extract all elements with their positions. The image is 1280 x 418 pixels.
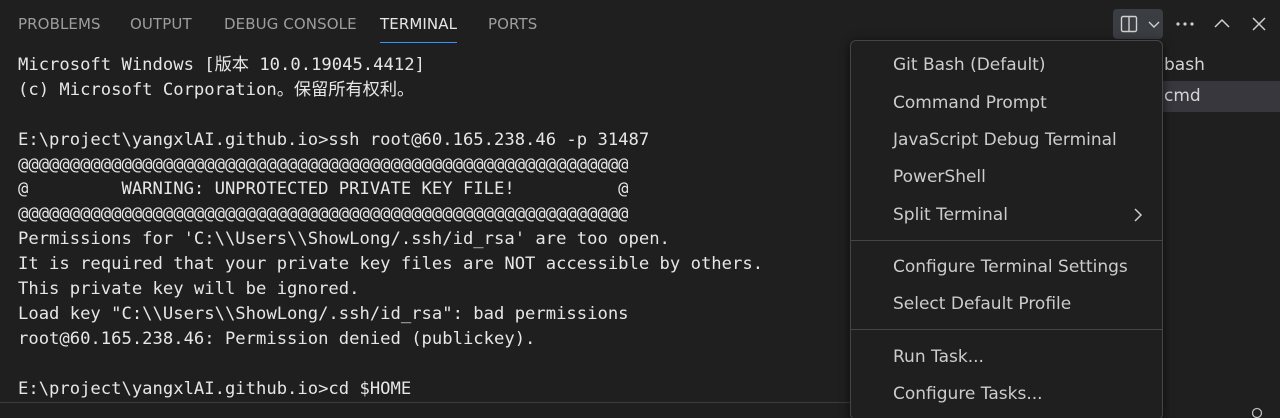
menu-item-label: Configure Tasks... (893, 384, 1043, 404)
split-terminal-button[interactable] (1113, 9, 1145, 39)
terminal-line: E:\project\yangxlAI.github.io>ssh root@6… (18, 129, 650, 150)
menu-item-powershell[interactable]: PowerShell (851, 159, 1162, 195)
tab-terminal[interactable]: TERMINAL (380, 14, 458, 43)
terminal-list-label: bash (1164, 55, 1205, 75)
terminal-output[interactable]: Microsoft Windows [版本 10.0.19045.4412] (… (18, 53, 848, 413)
launch-profile-menu: Git Bash (Default) Command Prompt JavaSc… (850, 40, 1163, 418)
search-icon[interactable] (1250, 406, 1264, 418)
terminal-line: root@60.165.238.46: Permission denied (p… (18, 328, 536, 349)
menu-item-label: Select Default Profile (893, 294, 1072, 314)
menu-separator (851, 329, 1162, 330)
tab-ports[interactable]: PORTS (488, 14, 537, 34)
terminal-line: It is required that your private key fil… (18, 254, 764, 275)
terminal-list-label: cmd (1164, 86, 1201, 106)
maximize-panel-button[interactable] (1207, 9, 1237, 39)
chevron-down-icon (1148, 21, 1160, 28)
menu-item-label: Run Task... (893, 347, 984, 367)
chevron-right-icon (1134, 208, 1143, 222)
more-actions-button[interactable] (1170, 9, 1200, 39)
close-panel-button[interactable] (1244, 9, 1274, 39)
launch-profile-button[interactable] (1145, 9, 1163, 39)
menu-item-configure-tasks[interactable]: Configure Tasks... (851, 376, 1162, 412)
menu-item-javascript-debug-terminal[interactable]: JavaScript Debug Terminal (851, 122, 1162, 158)
menu-separator (851, 240, 1162, 241)
tab-output[interactable]: OUTPUT (130, 14, 192, 34)
menu-item-run-task[interactable]: Run Task... (851, 339, 1162, 375)
split-terminal-icon (1120, 15, 1138, 33)
menu-item-label: Git Bash (Default) (893, 55, 1046, 75)
terminal-line: @ WARNING: UNPROTECTED PRIVATE KEY FILE!… (18, 179, 629, 200)
terminal-line: This private key will be ignored. (18, 279, 360, 300)
menu-item-label: JavaScript Debug Terminal (893, 130, 1117, 150)
menu-item-label: Command Prompt (893, 93, 1047, 113)
menu-item-git-bash[interactable]: Git Bash (Default) (851, 47, 1162, 83)
terminal-line: E:\project\yangxlAI.github.io>cd $HOME (18, 378, 412, 399)
menu-item-label: Configure Terminal Settings (893, 257, 1128, 277)
tab-debug-console[interactable]: DEBUG CONSOLE (224, 14, 357, 34)
menu-item-label: PowerShell (893, 167, 986, 187)
split-terminal-group (1113, 9, 1163, 39)
terminal-line: @@@@@@@@@@@@@@@@@@@@@@@@@@@@@@@@@@@@@@@@… (18, 154, 629, 175)
terminal-line: Microsoft Windows [版本 10.0.19045.4412] (18, 55, 425, 75)
panel-bottom-divider (0, 402, 850, 403)
menu-item-split-terminal[interactable]: Split Terminal (851, 197, 1162, 233)
menu-item-label: Split Terminal (893, 205, 1008, 225)
maximize-panel-icon (1214, 18, 1230, 28)
terminal-line: Load key "C:\\Users\\ShowLong/.ssh/id_rs… (18, 303, 629, 324)
more-actions-icon (1176, 22, 1194, 26)
menu-item-configure-terminal-settings[interactable]: Configure Terminal Settings (851, 249, 1162, 285)
close-panel-icon (1252, 17, 1266, 31)
terminal-line: Permissions for 'C:\\Users\\ShowLong/.ss… (18, 229, 670, 250)
menu-item-command-prompt[interactable]: Command Prompt (851, 85, 1162, 121)
menu-item-select-default-profile[interactable]: Select Default Profile (851, 286, 1162, 322)
terminal-line: (c) Microsoft Corporation。保留所有权利。 (18, 79, 415, 100)
terminal-line: @@@@@@@@@@@@@@@@@@@@@@@@@@@@@@@@@@@@@@@@… (18, 204, 629, 225)
tab-problems[interactable]: PROBLEMS (18, 14, 101, 34)
